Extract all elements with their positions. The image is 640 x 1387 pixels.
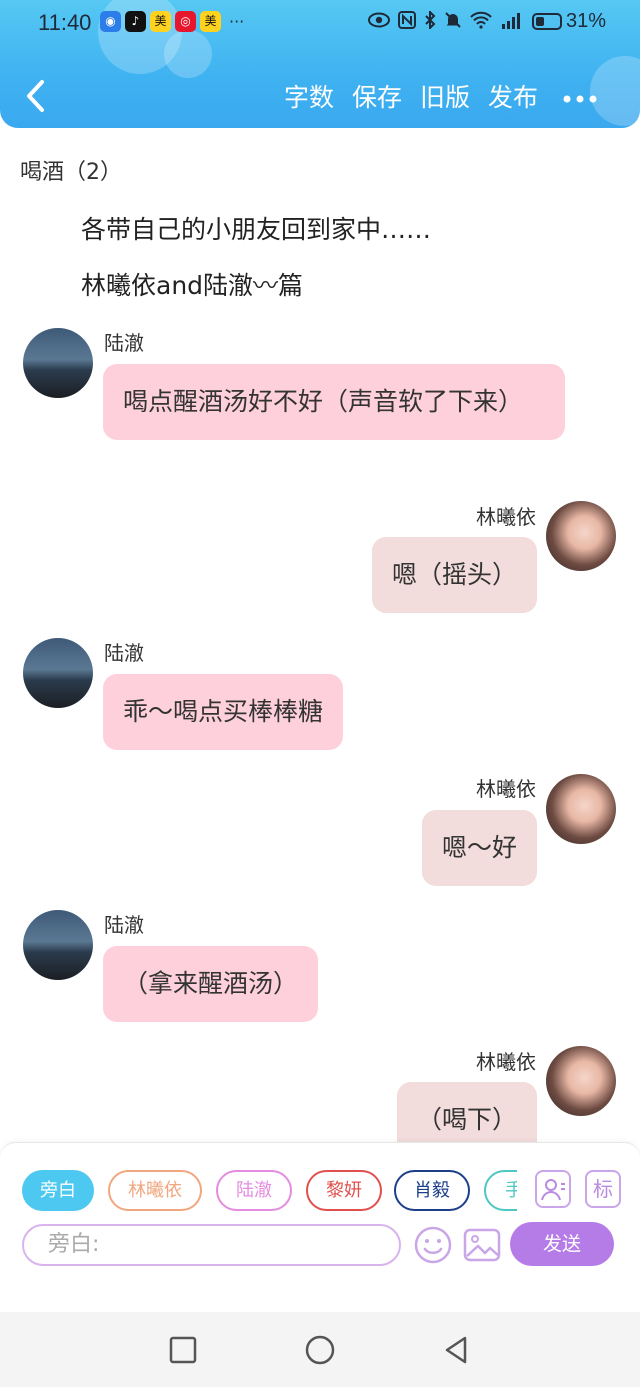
message-bubble[interactable]: 乖～喝点买棒棒糖 bbox=[103, 674, 344, 750]
avatar-luche[interactable] bbox=[23, 328, 93, 398]
old-version-button[interactable]: 旧版 bbox=[420, 78, 470, 114]
nfc-icon bbox=[397, 10, 416, 33]
wifi-icon bbox=[470, 11, 492, 33]
role-tab[interactable]: 肖毅 bbox=[394, 1170, 470, 1211]
system-nav-bar bbox=[0, 1312, 640, 1387]
message-input[interactable]: 旁白: bbox=[22, 1224, 401, 1266]
avatar-luche[interactable] bbox=[23, 638, 93, 708]
battery-percent: 31% bbox=[565, 10, 606, 32]
notification-app-icons: ◉ ♪ 美 ◎ 美 ··· bbox=[100, 11, 244, 32]
battery-fill bbox=[535, 17, 545, 26]
square-icon bbox=[169, 1336, 197, 1364]
toolbar-actions: 字数 保存 旧版 发布 bbox=[284, 78, 538, 114]
role-selector: 旁白 林曦依 陆澈 黎妍 肖毅手 bbox=[22, 1170, 517, 1212]
character-profile-button[interactable] bbox=[535, 1170, 571, 1208]
image-icon bbox=[463, 1228, 501, 1262]
tiktok-icon: ♪ bbox=[125, 11, 146, 32]
back-button[interactable] bbox=[20, 76, 52, 116]
message-bubble[interactable]: 喝点醒酒汤好不好（声音软了下来） bbox=[103, 364, 565, 440]
chevron-left-icon bbox=[27, 80, 44, 112]
battery-indicator: 31% bbox=[531, 10, 606, 33]
meituan-icon: 美 bbox=[150, 11, 171, 32]
avatar-linxiyi[interactable] bbox=[546, 774, 616, 844]
system-status-icons: 31% bbox=[367, 9, 606, 33]
avatar-luche[interactable] bbox=[23, 910, 93, 980]
image-button[interactable] bbox=[462, 1225, 502, 1265]
role-tab[interactable]: 陆澈 bbox=[216, 1170, 292, 1211]
mute-bell-icon bbox=[444, 11, 462, 33]
chapter-title: 喝酒（2） bbox=[20, 160, 122, 185]
message-bubble[interactable]: （拿来醒酒汤） bbox=[103, 946, 319, 1022]
tag-button[interactable]: 标 bbox=[585, 1170, 621, 1208]
speaker-name: 林曦依 bbox=[476, 505, 536, 529]
publish-button[interactable]: 发布 bbox=[488, 78, 538, 114]
smile-icon bbox=[414, 1226, 452, 1264]
eye-icon bbox=[367, 12, 390, 32]
speaker-name: 陆澈 bbox=[104, 331, 144, 355]
word-count-button[interactable]: 字数 bbox=[284, 78, 334, 114]
recent-apps-button[interactable] bbox=[165, 1332, 201, 1368]
person-card-icon bbox=[541, 1179, 565, 1201]
speaker-name: 林曦依 bbox=[476, 1050, 536, 1074]
message-bubble[interactable]: 嗯～好 bbox=[421, 810, 537, 886]
avatar-linxiyi[interactable] bbox=[546, 1046, 616, 1116]
more-notifications-indicator: ··· bbox=[229, 12, 245, 31]
intro-line: 各带自己的小朋友回到家中…… bbox=[81, 215, 432, 244]
signal-4g-icon bbox=[500, 11, 524, 33]
speaker-name: 林曦依 bbox=[476, 777, 536, 801]
bluetooth-icon bbox=[424, 9, 436, 33]
back-nav-button[interactable] bbox=[438, 1332, 474, 1368]
role-tab[interactable]: 林曦依 bbox=[108, 1170, 202, 1211]
speaker-name: 陆澈 bbox=[104, 913, 144, 937]
more-options-button[interactable] bbox=[562, 82, 598, 112]
shield-app-icon: ◉ bbox=[100, 11, 121, 32]
emoji-button[interactable] bbox=[413, 1225, 453, 1265]
more-dots-icon bbox=[563, 95, 597, 103]
intro-line: 林曦依and陆澈〰篇 bbox=[81, 271, 304, 300]
send-button[interactable]: 发送 bbox=[510, 1222, 614, 1266]
avatar-linxiyi[interactable] bbox=[546, 501, 616, 571]
role-tab[interactable]: 手 bbox=[484, 1170, 517, 1211]
message-bubble[interactable]: 嗯（摇头） bbox=[371, 537, 537, 613]
battery-icon bbox=[531, 13, 562, 30]
meituan-icon-2: 美 bbox=[200, 11, 221, 32]
role-tab[interactable]: 旁白 bbox=[22, 1170, 94, 1211]
save-button[interactable]: 保存 bbox=[352, 78, 402, 114]
status-bar: 11:40 ◉ ♪ 美 ◎ 美 ··· 31% bbox=[0, 0, 640, 46]
role-tab[interactable]: 黎妍 bbox=[306, 1170, 382, 1211]
status-time: 11:40 bbox=[38, 10, 92, 35]
home-button[interactable] bbox=[302, 1332, 338, 1368]
weibo-icon: ◎ bbox=[175, 11, 196, 32]
circle-icon bbox=[305, 1335, 335, 1365]
speaker-name: 陆澈 bbox=[104, 641, 144, 665]
triangle-back-icon bbox=[445, 1336, 467, 1364]
top-app-bar: 11:40 ◉ ♪ 美 ◎ 美 ··· 31% 字数 保存 旧版 发布 bbox=[0, 0, 640, 128]
